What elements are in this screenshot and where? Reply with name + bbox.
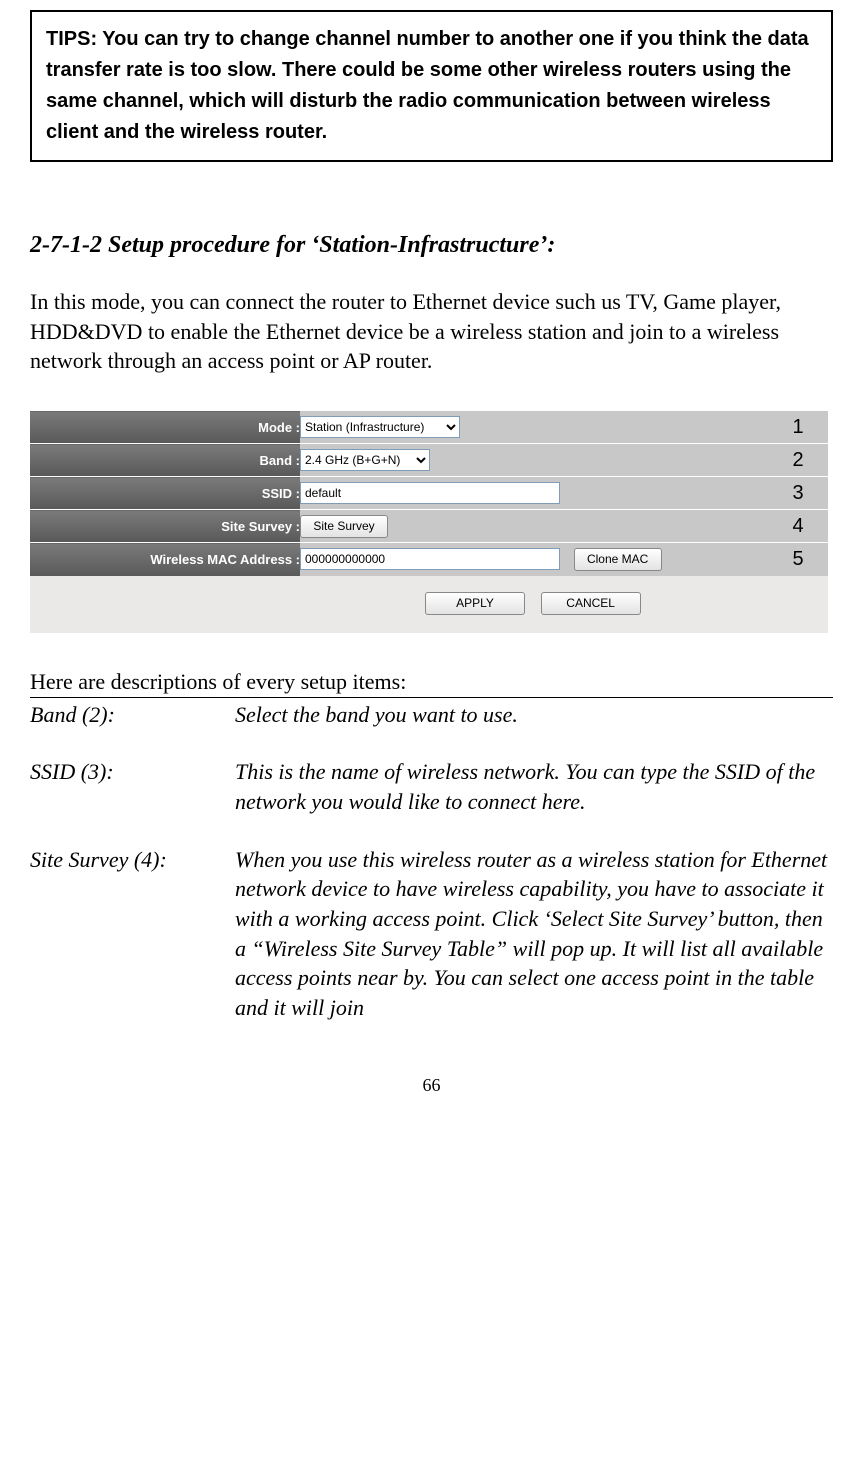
label-mode: Mode : bbox=[30, 411, 300, 444]
row-site-survey: Site Survey : Site Survey 4 bbox=[30, 510, 828, 543]
annot-3: 3 bbox=[768, 477, 828, 510]
desc-table: Band (2): Select the band you want to us… bbox=[30, 697, 833, 1025]
label-mac: Wireless MAC Address : bbox=[30, 543, 300, 576]
panel-button-row: APPLY CANCEL bbox=[30, 576, 828, 615]
mode-select[interactable]: Station (Infrastructure) bbox=[300, 416, 460, 438]
row-mode: Mode : Station (Infrastructure) 1 bbox=[30, 411, 828, 444]
desc-text-ssid: This is the name of wireless network. Yo… bbox=[235, 755, 833, 842]
desc-text-survey: When you use this wireless router as a w… bbox=[235, 843, 833, 1025]
desc-row-ssid: SSID (3): This is the name of wireless n… bbox=[30, 755, 833, 842]
annot-5: 5 bbox=[768, 543, 828, 576]
label-band: Band : bbox=[30, 444, 300, 477]
clone-mac-button[interactable]: Clone MAC bbox=[574, 548, 662, 571]
desc-label-ssid: SSID (3): bbox=[30, 755, 235, 842]
desc-label-band: Band (2): bbox=[30, 697, 235, 755]
mac-input[interactable] bbox=[300, 548, 560, 570]
row-ssid: SSID : 3 bbox=[30, 477, 828, 510]
desc-row-survey: Site Survey (4): When you use this wirel… bbox=[30, 843, 833, 1025]
band-select[interactable]: 2.4 GHz (B+G+N) bbox=[300, 449, 430, 471]
label-site-survey: Site Survey : bbox=[30, 510, 300, 543]
desc-text-band: Select the band you want to use. bbox=[235, 697, 833, 755]
apply-button[interactable]: APPLY bbox=[425, 592, 525, 615]
label-ssid: SSID : bbox=[30, 477, 300, 510]
desc-intro: Here are descriptions of every setup ite… bbox=[30, 669, 833, 695]
cancel-button[interactable]: CANCEL bbox=[541, 592, 641, 615]
router-config-panel: Mode : Station (Infrastructure) 1 Band :… bbox=[30, 410, 828, 633]
page-number: 66 bbox=[30, 1075, 833, 1096]
row-band: Band : 2.4 GHz (B+G+N) 2 bbox=[30, 444, 828, 477]
desc-row-band: Band (2): Select the band you want to us… bbox=[30, 697, 833, 755]
intro-paragraph: In this mode, you can connect the router… bbox=[30, 287, 833, 376]
annot-2: 2 bbox=[768, 444, 828, 477]
annot-4: 4 bbox=[768, 510, 828, 543]
tips-box: TIPS: You can try to change channel numb… bbox=[30, 10, 833, 162]
desc-label-survey: Site Survey (4): bbox=[30, 843, 235, 1025]
ssid-input[interactable] bbox=[300, 482, 560, 504]
section-title: 2-7-1-2 Setup procedure for ‘Station-Inf… bbox=[30, 232, 833, 259]
site-survey-button[interactable]: Site Survey bbox=[300, 515, 388, 538]
annot-1: 1 bbox=[768, 411, 828, 444]
row-mac: Wireless MAC Address : Clone MAC 5 bbox=[30, 543, 828, 576]
